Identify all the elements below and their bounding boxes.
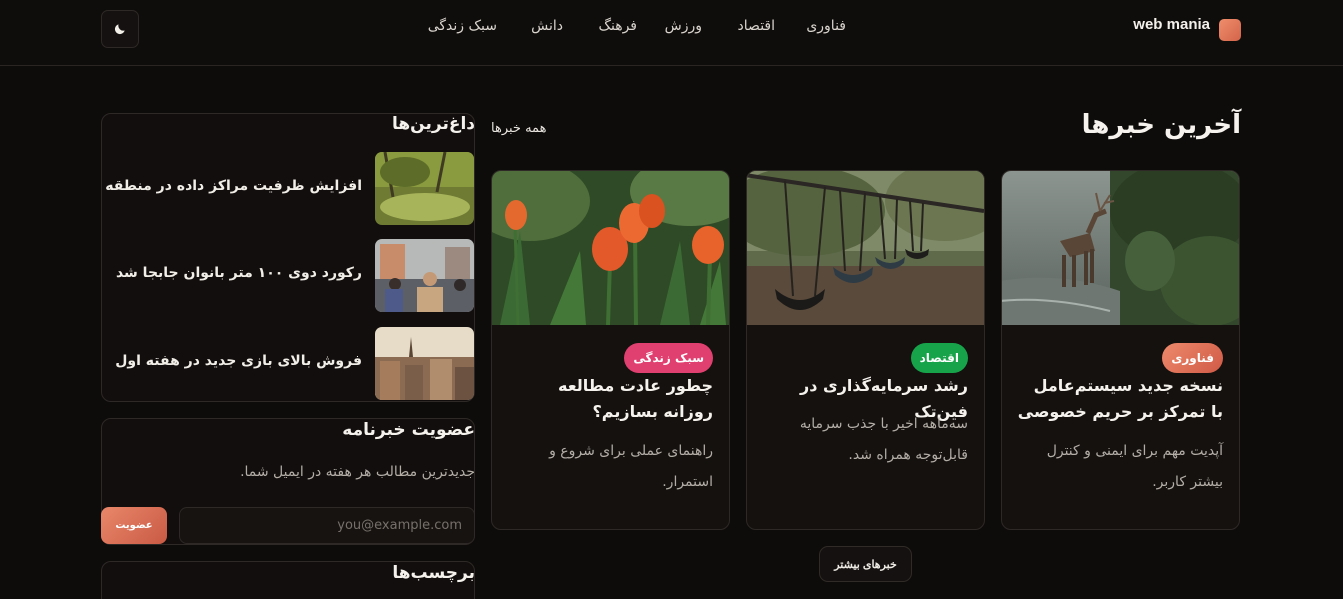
logo-icon[interactable]	[1219, 19, 1241, 41]
swings-image	[747, 171, 984, 325]
more-news-button[interactable]: خبرهای بیشتر	[819, 546, 912, 582]
theme-toggle-button[interactable]	[101, 10, 139, 48]
email-input[interactable]	[179, 507, 475, 544]
trending-item-title[interactable]: افزایش ظرفیت مراکز داده در منطقه	[105, 178, 362, 194]
nav-item-economy[interactable]: اقتصاد	[738, 18, 775, 40]
tulips-image	[492, 171, 729, 325]
card-description: راهنمای عملی برای شروع و استمرار.	[549, 443, 713, 490]
card-title[interactable]: چطور عادت مطالعه روزانه بسازیم؟	[507, 373, 713, 425]
nav-item-technology[interactable]: فناوری	[806, 18, 846, 40]
forest-thumbnail[interactable]	[375, 152, 474, 225]
category-badge[interactable]: اقتصاد	[910, 343, 968, 373]
trending-item-title[interactable]: رکورد دوی ۱۰۰ متر بانوان جابجا شد	[116, 265, 362, 281]
nav-item-sports[interactable]: ورزش	[665, 18, 702, 40]
trending-item-title[interactable]: فروش بالای بازی جدید در هفته اول	[115, 353, 362, 369]
news-card[interactable]: فناوری نسخه جدید سیستم‌عامل با تمرکز بر …	[1001, 170, 1240, 530]
card-title[interactable]: نسخه جدید سیستم‌عامل با تمرکز بر حریم خص…	[1017, 373, 1223, 425]
trending-title: داغ‌ترین‌ها	[392, 114, 475, 134]
all-news-link[interactable]: همه خبرها	[491, 121, 571, 136]
nav-item-lifestyle[interactable]: سبک زندگی	[428, 18, 497, 40]
nav-item-science[interactable]: دانش	[531, 18, 563, 40]
tags-title: برچسب‌ها	[392, 563, 475, 583]
card-description: سه‌ماهه اخیر با جذب سرمایه قابل‌توجه همر…	[799, 416, 968, 463]
logo-text[interactable]: web mania	[1108, 16, 1210, 33]
nav-item-culture[interactable]: فرهنگ	[598, 18, 637, 40]
card-description: آپدیت مهم برای ایمنی و کنترل بیشتر کاربر…	[1046, 443, 1223, 490]
moon-icon	[114, 24, 125, 35]
section-title: آخرین خبرها	[1081, 110, 1241, 140]
category-badge[interactable]: سبک زندگی	[624, 343, 713, 373]
news-card[interactable]: اقتصاد رشد سرمایه‌گذاری در فین‌تک سه‌ماه…	[746, 170, 985, 530]
category-badge[interactable]: فناوری	[1162, 343, 1223, 373]
subscribe-button[interactable]: عضویت	[101, 507, 167, 544]
street-crowd-thumbnail[interactable]	[375, 239, 474, 312]
deer-stream-image	[1002, 171, 1239, 325]
city-thumbnail[interactable]	[375, 327, 474, 400]
news-card[interactable]: سبک زندگی چطور عادت مطالعه روزانه بسازیم…	[491, 170, 730, 530]
newsletter-title: عضویت خبرنامه	[342, 420, 475, 440]
newsletter-description: جدیدترین مطالب هر هفته در ایمیل شما.	[240, 464, 475, 480]
